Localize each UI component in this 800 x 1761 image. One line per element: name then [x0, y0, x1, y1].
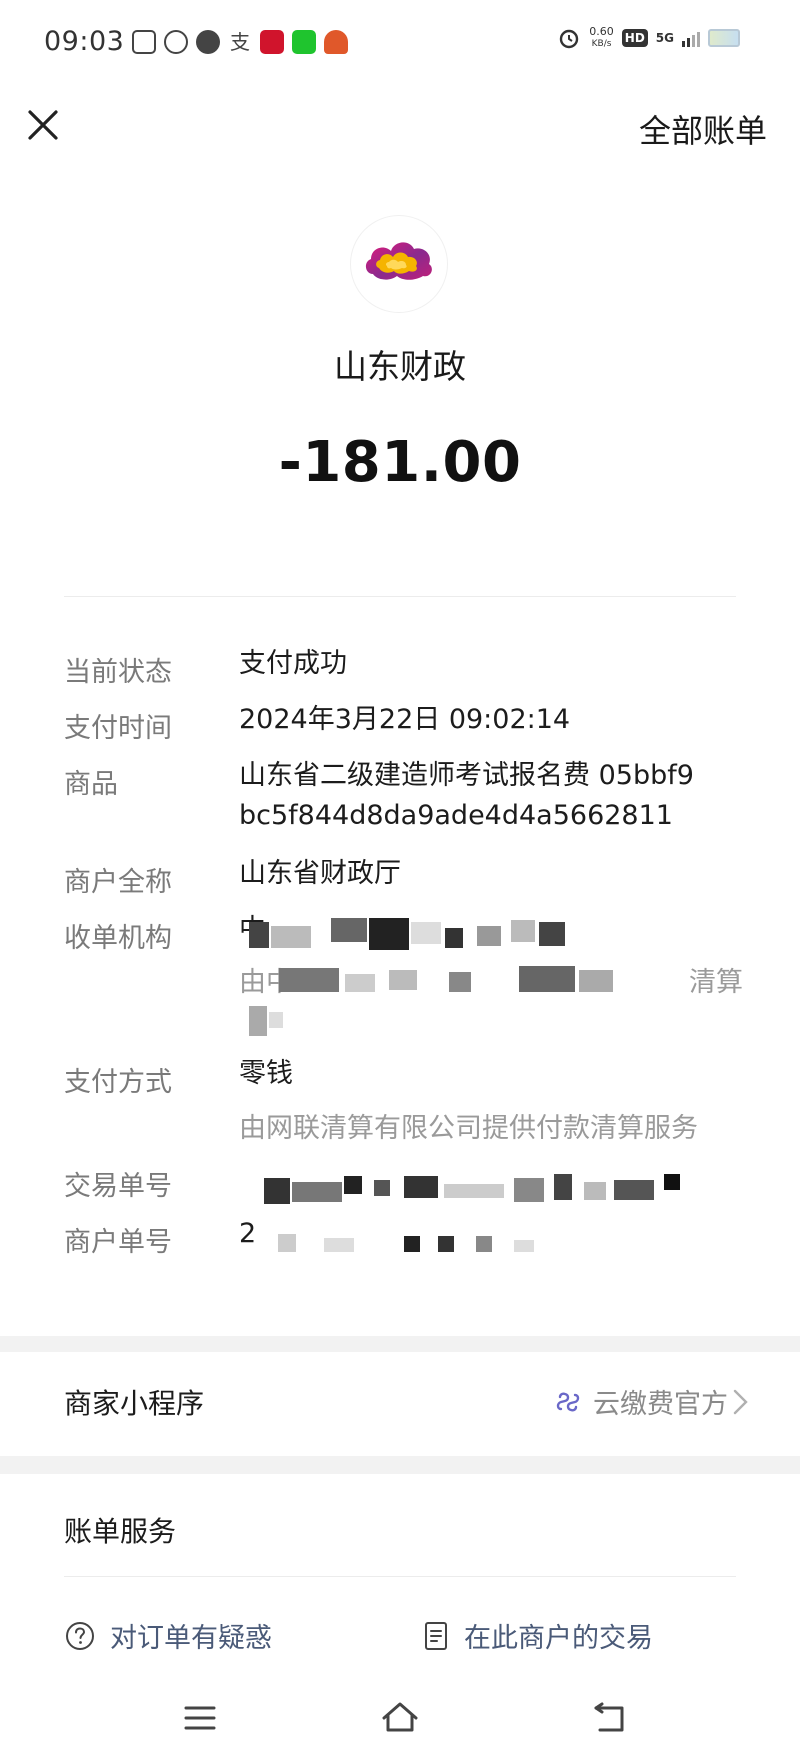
- back-icon: [594, 1702, 624, 1732]
- order-question-label: 对订单有疑惑: [110, 1623, 272, 1654]
- status-bar: 09:03 支 0.60 KB/s HD 5G: [0, 0, 800, 86]
- signal-icon: [682, 29, 700, 47]
- net-speed: 0.60 KB/s: [589, 26, 614, 50]
- system-nav-bar: [0, 1680, 800, 1761]
- merchant-transactions-link[interactable]: 在此商户的交易: [422, 1616, 653, 1655]
- app-notification-icon: [132, 30, 156, 54]
- mini-program-name: 云缴费官方: [593, 1389, 728, 1420]
- detail-row-acquirer: 收单机构 中 由中 清算: [64, 914, 744, 1046]
- network-type: 5G: [655, 31, 674, 45]
- detail-label: 商户单号: [64, 1227, 172, 1258]
- detail-value: 2024年3月22日 09:02:14: [239, 704, 571, 735]
- nav-back-button[interactable]: [588, 1696, 632, 1740]
- detail-label: 支付时间: [64, 713, 172, 744]
- detail-value: 支付成功: [239, 648, 347, 679]
- mini-program-row[interactable]: 商家小程序 云缴费官方: [0, 1352, 800, 1452]
- status-time: 09:03: [44, 26, 125, 57]
- divider: [64, 1576, 736, 1577]
- notification-icons: 支: [132, 30, 348, 54]
- detail-value: 山东省二级建造师考试报名费 05bbf9bc5f844d8da9ade4d4a5…: [239, 760, 694, 831]
- net-speed-unit: KB/s: [591, 39, 612, 49]
- question-icon: [66, 1621, 94, 1650]
- hd-icon: HD: [621, 29, 648, 47]
- close-icon: [28, 110, 58, 140]
- app-notification-icon: [164, 30, 188, 54]
- app-notification-icon: [260, 30, 284, 54]
- alarm-icon: [560, 29, 579, 49]
- divider: [64, 596, 736, 597]
- detail-label: 商品: [64, 769, 118, 800]
- menu-icon: [184, 1706, 216, 1730]
- redaction-mosaic: [249, 916, 669, 1036]
- cloud-logo-icon: [365, 242, 432, 280]
- detail-value: 山东省财政厅: [239, 858, 401, 889]
- redaction-mosaic: [264, 1232, 604, 1258]
- merchant-transactions-label: 在此商户的交易: [464, 1623, 653, 1654]
- detail-label: 支付方式: [64, 1067, 172, 1098]
- app-notification-icon: [324, 30, 348, 54]
- home-icon: [382, 1702, 418, 1732]
- detail-row-pay-method: 支付方式 零钱 由网联清算有限公司提供付款清算服务: [64, 1058, 744, 1144]
- merchant-logo: [351, 216, 447, 312]
- iqiyi-icon: [292, 30, 316, 54]
- net-speed-value: 0.60: [589, 25, 614, 38]
- section-separator: [0, 1456, 800, 1474]
- detail-label: 交易单号: [64, 1171, 172, 1202]
- close-button[interactable]: [20, 102, 68, 150]
- order-question-link[interactable]: 对订单有疑惑: [64, 1616, 272, 1655]
- detail-value: 零钱: [239, 1058, 293, 1089]
- chevron-right-icon: [733, 1389, 748, 1415]
- redaction-mosaic: [264, 1172, 704, 1206]
- detail-sub-partial: 清算: [689, 967, 743, 998]
- mini-program-link-icon: [556, 1392, 580, 1411]
- chat-bubble-icon: [196, 30, 220, 54]
- nav-menu-button[interactable]: [178, 1696, 222, 1740]
- section-separator: [0, 1336, 800, 1352]
- document-icon: [425, 1621, 447, 1650]
- all-bills-link[interactable]: 全部账单: [639, 106, 767, 152]
- header: 全部账单: [0, 86, 800, 166]
- battery-icon: [708, 29, 740, 47]
- detail-label: 收单机构: [64, 923, 172, 954]
- payment-amount: -181.00: [278, 430, 522, 495]
- mini-program-link[interactable]: 云缴费官方: [553, 1382, 728, 1421]
- bill-service-title: 账单服务: [64, 1515, 177, 1548]
- detail-sub: 由网联清算有限公司提供付款清算服务: [239, 1113, 698, 1144]
- nav-home-button[interactable]: [378, 1696, 422, 1740]
- mini-program-title: 商家小程序: [64, 1387, 205, 1420]
- merchant-name: 山东财政: [334, 347, 466, 386]
- detail-label: 当前状态: [64, 657, 172, 688]
- status-indicators: 0.60 KB/s HD 5G: [557, 26, 740, 50]
- detail-label: 商户全称: [64, 867, 172, 898]
- alipay-icon: 支: [230, 30, 250, 54]
